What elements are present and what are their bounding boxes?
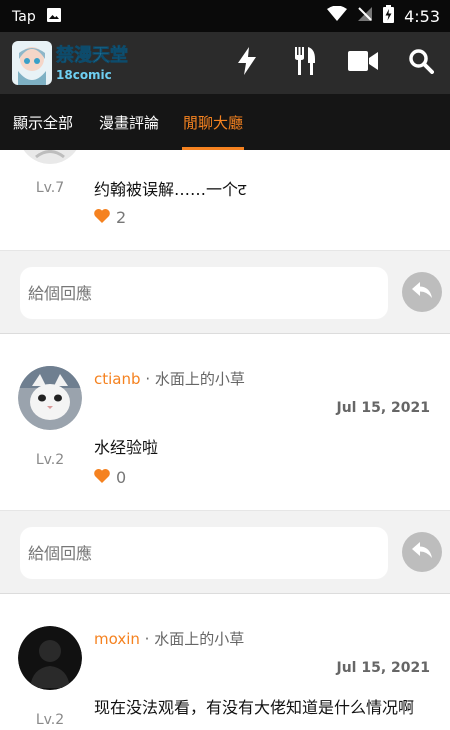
wifi-icon [327, 5, 348, 26]
status-bar: Tap 4:53 [0, 0, 450, 32]
avatar[interactable] [18, 150, 82, 164]
username[interactable]: ctianb [94, 370, 141, 388]
comment-text: 水经验啦 [94, 438, 159, 457]
flash-icon [238, 47, 256, 79]
comment-list[interactable]: Lv.7 约翰被误解……一个ट 2 給個回應 Lv.2 ctianb · 水面上… [0, 150, 450, 730]
status-app-label: Tap [12, 9, 36, 25]
tab-bar: 顯示全部 漫畫評論 閒聊大廳 [0, 94, 450, 150]
user-level: Lv.2 [35, 712, 65, 728]
image-icon [46, 7, 62, 27]
app-bar: 禁漫天堂 18comic [0, 32, 450, 94]
logo-subtitle: 18comic [56, 68, 112, 82]
video-icon [348, 50, 378, 76]
food-button[interactable] [276, 32, 334, 94]
avatar[interactable] [18, 626, 82, 690]
comment-item: Lv.2 ctianb · 水面上的小草 Jul 15, 2021 水经验啦 0 [0, 334, 450, 510]
no-signal-icon [357, 6, 373, 26]
like-count: 2 [116, 208, 127, 227]
comment-meta: moxin · 水面上的小草 [94, 628, 244, 649]
comment-text: 约翰被误解……一个ट [94, 180, 247, 199]
meta-separator: · [145, 370, 151, 388]
tab-comic-reviews[interactable]: 漫畫評論 [86, 94, 172, 150]
reply-arrow-icon [412, 542, 432, 562]
reply-button[interactable] [402, 272, 442, 312]
user-group: 水面上的小草 [154, 370, 245, 388]
comment-meta: ctianb · 水面上的小草 [94, 368, 245, 389]
status-time: 4:53 [404, 6, 440, 26]
battery-charging-icon [383, 5, 395, 27]
like-button[interactable]: 0 [94, 468, 126, 487]
reply-bar [0, 510, 450, 594]
reply-input[interactable] [20, 527, 388, 579]
flash-button[interactable] [218, 32, 276, 94]
logo-title: 禁漫天堂 [56, 44, 128, 66]
utensils-icon [294, 47, 316, 79]
comment-text: 现在没法观看，有没有大佬知道是什么情况啊 [94, 698, 415, 717]
avatar[interactable] [18, 366, 82, 430]
tab-chat-lobby[interactable]: 閒聊大廳 [182, 94, 244, 150]
comment-item: Lv.7 约翰被误解……一个ट 2 [0, 150, 450, 250]
comment-item: Lv.2 moxin · 水面上的小草 Jul 15, 2021 现在没法观看，… [0, 594, 450, 730]
reply-bar [0, 250, 450, 334]
reply-arrow-icon [412, 282, 432, 302]
comment-date: Jul 15, 2021 [336, 660, 431, 676]
tab-show-all[interactable]: 顯示全部 [0, 94, 86, 150]
heart-icon [94, 208, 110, 227]
reply-button[interactable] [402, 532, 442, 572]
search-button[interactable] [392, 32, 450, 94]
like-button[interactable]: 2 [94, 208, 126, 227]
reply-input[interactable] [20, 267, 388, 319]
user-group: 水面上的小草 [154, 630, 245, 648]
like-count: 0 [116, 468, 127, 487]
video-button[interactable] [334, 32, 392, 94]
username[interactable]: moxin [94, 630, 140, 648]
app-logo[interactable]: 禁漫天堂 18comic [12, 41, 142, 85]
meta-separator: · [144, 630, 150, 648]
comment-date: Jul 15, 2021 [336, 400, 431, 416]
search-icon [408, 48, 434, 78]
heart-icon [94, 468, 110, 487]
user-level: Lv.2 [35, 452, 65, 468]
user-level: Lv.7 [35, 180, 65, 196]
